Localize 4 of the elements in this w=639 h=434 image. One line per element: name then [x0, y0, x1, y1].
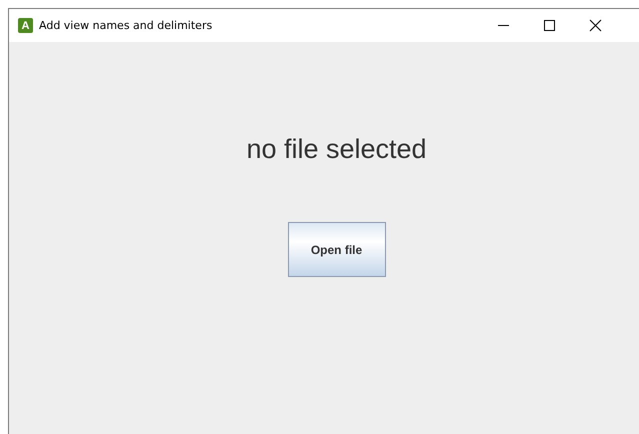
status-text: no file selected	[246, 134, 427, 165]
open-file-button[interactable]: Open file	[288, 222, 386, 277]
app-logo: A	[18, 18, 33, 33]
window-title: Add view names and delimiters	[39, 19, 212, 32]
